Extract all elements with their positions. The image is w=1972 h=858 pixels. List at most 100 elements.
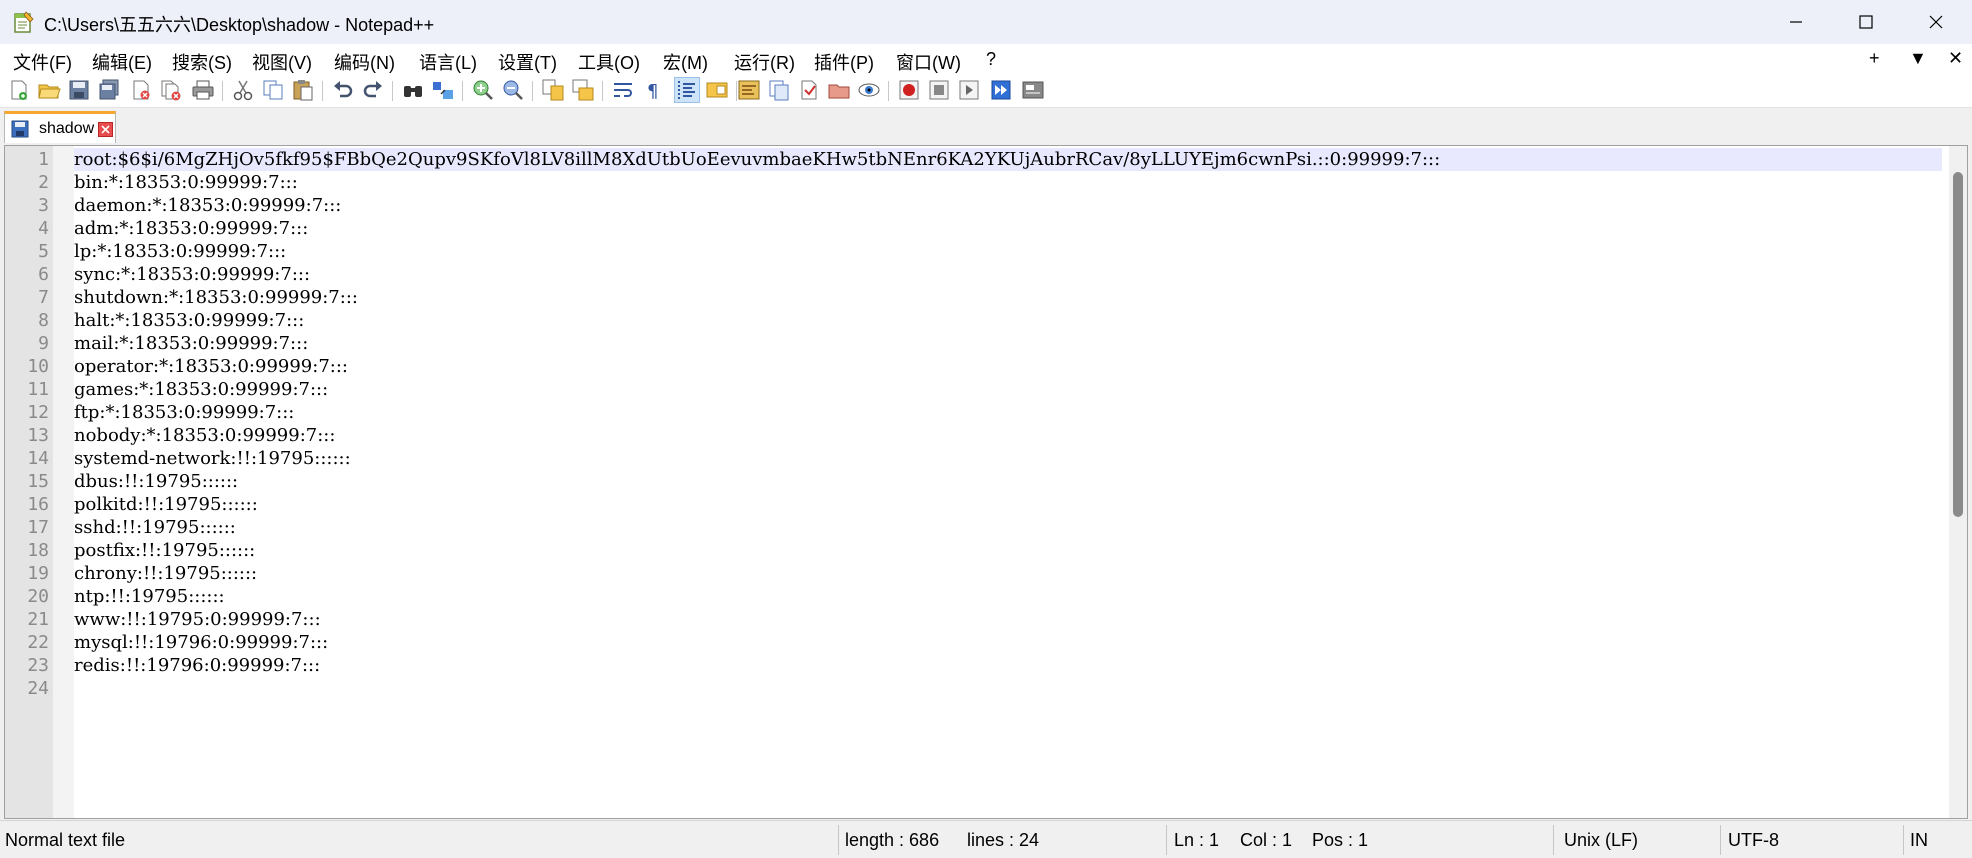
menu-file[interactable]: 文件(F) <box>13 49 72 75</box>
run-macro-multiple-icon[interactable] <box>989 78 1013 102</box>
menu-search[interactable]: 搜索(S) <box>172 49 232 75</box>
line-number: 7 <box>38 287 49 308</box>
code-line[interactable]: sync:*:18353:0:99999:7::: <box>74 263 310 286</box>
menu-settings[interactable]: 设置(T) <box>498 49 557 75</box>
redo-icon[interactable] <box>361 78 385 102</box>
code-line[interactable]: chrony:!!:19795:::::: <box>74 562 257 585</box>
menu-encoding[interactable]: 编码(N) <box>334 49 395 75</box>
minimize-icon <box>1790 21 1802 23</box>
folder-workspace-icon[interactable] <box>767 78 791 102</box>
code-line[interactable]: mail:*:18353:0:99999:7::: <box>74 332 308 355</box>
code-line[interactable]: lp:*:18353:0:99999:7::: <box>74 240 286 263</box>
tab-strip: shadow <box>0 108 1972 145</box>
status-eol[interactable]: Unix (LF) <box>1564 830 1638 851</box>
code-line[interactable]: adm:*:18353:0:99999:7::: <box>74 217 308 240</box>
title-bar: C:\Users\五五六六\Desktop\shadow - Notepad++ <box>0 0 1972 44</box>
code-line[interactable]: root:$6$i/6MgZHjOv5fkf95$FBbQe2Qupv9SKfo… <box>74 148 1440 171</box>
menu-tools[interactable]: 工具(O) <box>578 49 640 75</box>
scrollbar-thumb[interactable] <box>1953 172 1963 517</box>
cut-icon[interactable] <box>231 78 255 102</box>
code-line[interactable]: mysql:!!:19796:0:99999:7::: <box>74 631 328 654</box>
menu-plugins[interactable]: 插件(P) <box>814 49 874 75</box>
copy-icon[interactable] <box>261 78 285 102</box>
close-icon[interactable] <box>129 78 153 102</box>
save-all-icon[interactable] <box>97 78 121 102</box>
close-all-icon[interactable] <box>159 78 183 102</box>
code-line[interactable]: ntp:!!:19795:::::: <box>74 585 225 608</box>
document-map-icon[interactable] <box>705 78 729 102</box>
sync-horizontal-icon[interactable] <box>571 78 595 102</box>
find-icon[interactable] <box>401 78 425 102</box>
line-number: 15 <box>27 471 49 492</box>
paste-icon[interactable] <box>291 78 315 102</box>
tab-list-dropdown[interactable]: ▼ <box>1909 48 1927 69</box>
code-line[interactable]: nobody:*:18353:0:99999:7::: <box>74 424 335 447</box>
code-line[interactable]: bin:*:18353:0:99999:7::: <box>74 171 298 194</box>
tab-shadow[interactable]: shadow <box>4 111 116 143</box>
stop-macro-icon[interactable] <box>927 78 951 102</box>
sync-vertical-icon[interactable] <box>541 78 565 102</box>
svg-text:¶: ¶ <box>647 81 658 102</box>
line-number: 20 <box>27 586 49 607</box>
show-all-chars-icon[interactable]: ¶ <box>641 78 665 102</box>
menu-window[interactable]: 窗口(W) <box>896 49 961 75</box>
status-encoding[interactable]: UTF-8 <box>1728 830 1779 851</box>
undo-icon[interactable] <box>331 78 355 102</box>
code-line[interactable]: games:*:18353:0:99999:7::: <box>74 378 328 401</box>
open-file-icon[interactable] <box>37 78 61 102</box>
vertical-scrollbar[interactable] <box>1949 146 1967 818</box>
zoom-out-icon[interactable] <box>501 78 525 102</box>
new-tab-button[interactable]: + <box>1869 48 1880 69</box>
line-number: 16 <box>27 494 49 515</box>
toolbar-separator <box>222 81 223 101</box>
menu-help[interactable]: ? <box>986 49 996 70</box>
close-tab-button[interactable]: ✕ <box>1948 48 1963 69</box>
status-file-type: Normal text file <box>5 830 126 850</box>
menu-macro[interactable]: 宏(M) <box>663 49 708 75</box>
zoom-in-icon[interactable] <box>471 78 495 102</box>
document-list-icon[interactable] <box>797 78 821 102</box>
status-separator <box>838 825 839 855</box>
code-line[interactable]: operator:*:18353:0:99999:7::: <box>74 355 348 378</box>
close-icon[interactable] <box>98 122 113 137</box>
monitor-icon[interactable] <box>857 78 881 102</box>
save-macro-icon[interactable] <box>1021 78 1045 102</box>
record-macro-icon[interactable] <box>897 78 921 102</box>
code-line[interactable]: daemon:*:18353:0:99999:7::: <box>74 194 341 217</box>
code-line[interactable]: systemd-network:!!:19795:::::: <box>74 447 351 470</box>
minimize-button[interactable] <box>1760 0 1832 44</box>
code-line[interactable]: shutdown:*:18353:0:99999:7::: <box>74 286 358 309</box>
fold-margin <box>53 146 74 818</box>
code-line[interactable]: postfix:!!:19795:::::: <box>74 539 255 562</box>
toolbar-separator <box>532 81 533 101</box>
menu-edit[interactable]: 编辑(E) <box>92 49 152 75</box>
code-line[interactable]: ftp:*:18353:0:99999:7::: <box>74 401 294 424</box>
tab-label: shadow <box>39 120 95 137</box>
word-wrap-icon[interactable] <box>611 78 635 102</box>
line-number: 12 <box>27 402 49 423</box>
menu-run[interactable]: 运行(R) <box>734 49 795 75</box>
save-icon <box>11 120 29 138</box>
print-icon[interactable] <box>191 78 215 102</box>
maximize-button[interactable] <box>1830 0 1902 44</box>
code-line[interactable]: redis:!!:19796:0:99999:7::: <box>74 654 320 677</box>
line-number: 1 <box>38 149 49 170</box>
indent-guide-icon[interactable] <box>674 77 700 103</box>
function-list-icon[interactable] <box>737 78 761 102</box>
replace-icon[interactable] <box>431 78 455 102</box>
code-line[interactable]: polkitd:!!:19795:::::: <box>74 493 258 516</box>
new-file-icon[interactable] <box>7 78 31 102</box>
menu-language[interactable]: 语言(L) <box>419 49 477 75</box>
save-icon[interactable] <box>67 78 91 102</box>
menu-view[interactable]: 视图(V) <box>252 49 312 75</box>
text-editor[interactable]: 1 2 3 4 5 6 7 8 9 10 11 12 13 14 15 16 17 18 19 20 21 22 23 24 … <box>4 145 1968 819</box>
code-line[interactable]: dbus:!!:19795:::::: <box>74 470 238 493</box>
close-window-button[interactable] <box>1900 0 1972 44</box>
line-number: 8 <box>38 310 49 331</box>
code-line[interactable]: sshd:!!:19795:::::: <box>74 516 236 539</box>
code-line[interactable]: www:!!:19795:0:99999:7::: <box>74 608 321 631</box>
code-line[interactable]: halt:*:18353:0:99999:7::: <box>74 309 304 332</box>
open-in-explorer-icon[interactable] <box>827 78 851 102</box>
play-macro-icon[interactable] <box>957 78 981 102</box>
status-bar: Normal text file length : 686 lines : 24… <box>0 820 1972 858</box>
